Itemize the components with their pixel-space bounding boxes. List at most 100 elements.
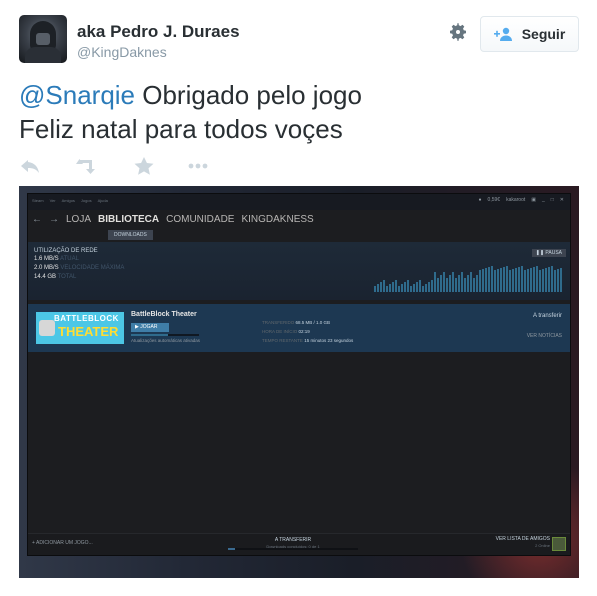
graph-bar xyxy=(383,280,385,292)
graph-bar xyxy=(560,268,562,292)
menu-games[interactable]: Jogos xyxy=(81,198,92,203)
favorite-icon[interactable] xyxy=(133,156,155,176)
graph-bar xyxy=(554,270,556,292)
nav-library[interactable]: BIBLIOTECA xyxy=(98,214,159,225)
current-speed: 1.6 MB/S ATUAL xyxy=(34,256,79,262)
graph-bar xyxy=(542,269,544,292)
nav-store[interactable]: LOJA xyxy=(66,214,91,225)
game-name[interactable]: BattleBlock Theater xyxy=(131,311,197,318)
graph-bar xyxy=(410,286,412,292)
graph-bar xyxy=(545,268,547,292)
wallet-balance[interactable]: 0,59€ xyxy=(488,197,501,203)
max-speed-label: VELOCIDADE MÁXIMA xyxy=(60,265,125,271)
game-art-title-2: THEATER xyxy=(58,324,119,339)
graph-bar xyxy=(539,270,541,292)
graph-bar xyxy=(422,286,424,292)
game-mascot xyxy=(39,320,55,336)
download-progress-bar xyxy=(131,334,199,336)
total-value: 14.4 GB xyxy=(34,274,57,280)
graph-bar xyxy=(452,272,454,292)
tweet-media-screenshot[interactable]: Steam Ver Amigos Jogos Ajuda ● 0,59€ kak… xyxy=(19,186,579,578)
stat-remaining: TEMPO RESTANTE 15 minutos 23 segundos xyxy=(262,338,354,343)
avatar[interactable] xyxy=(19,15,67,63)
graph-bar xyxy=(416,282,418,292)
stat-transferred: TRANSFERIDO 68.5 MB / 1.0 GB xyxy=(262,320,331,325)
graph-bar xyxy=(404,282,406,292)
graph-bar xyxy=(458,275,460,292)
menu-steam[interactable]: Steam xyxy=(32,198,44,203)
menu-help[interactable]: Ajuda xyxy=(98,198,108,203)
graph-bar xyxy=(428,282,430,292)
graph-bar xyxy=(503,267,505,292)
controller-icon[interactable]: ▣ xyxy=(531,197,536,203)
graph-bar xyxy=(425,284,427,292)
graph-bar xyxy=(491,266,493,292)
add-user-icon xyxy=(493,27,512,41)
play-button[interactable]: ▶ JOGAR xyxy=(131,323,169,332)
graph-bar xyxy=(512,269,514,292)
game-artwork[interactable]: BATTLEBLOCK THEATER xyxy=(36,312,124,344)
friend-avatar[interactable] xyxy=(552,537,566,551)
menu-view[interactable]: Ver xyxy=(50,198,56,203)
graph-bar xyxy=(551,266,553,292)
graph-bar xyxy=(530,268,532,292)
follow-button[interactable]: Seguir xyxy=(480,16,579,52)
graph-bar xyxy=(374,286,376,292)
menu-friends[interactable]: Amigos xyxy=(62,198,75,203)
graph-bar xyxy=(473,278,475,292)
graph-bar xyxy=(440,275,442,292)
graph-bar xyxy=(467,275,469,292)
auto-updates-status[interactable]: Atualizações automáticas ativadas xyxy=(131,338,200,343)
tab-downloads[interactable]: DOWNLOADS xyxy=(108,230,153,240)
graph-bar xyxy=(509,270,511,292)
nav-community[interactable]: COMUNIDADE xyxy=(166,214,234,225)
steam-titlebar: Steam Ver Amigos Jogos Ajuda ● 0,59€ kak… xyxy=(28,194,570,210)
graph-bar xyxy=(557,269,559,292)
notification-icon[interactable]: ● xyxy=(479,197,482,203)
steam-footer: + ADICIONAR UM JOGO... A TRANSFERIR Down… xyxy=(28,533,570,555)
download-row[interactable]: BATTLEBLOCK THEATER BattleBlock Theater … xyxy=(28,304,570,352)
graph-bar xyxy=(497,269,499,292)
graph-bar xyxy=(536,266,538,292)
username[interactable]: kakaroot xyxy=(506,197,525,203)
steam-nav: ← → LOJA BIBLIOTECA COMUNIDADE KINGDAKNE… xyxy=(32,210,574,228)
graph-bar xyxy=(527,269,529,292)
total-label: TOTAL xyxy=(57,274,77,280)
gear-icon[interactable] xyxy=(448,22,468,42)
graph-bar xyxy=(398,286,400,292)
graph-bar xyxy=(446,278,448,292)
retweet-icon[interactable] xyxy=(75,156,97,176)
forward-arrow-icon[interactable]: → xyxy=(49,214,59,225)
graph-bar xyxy=(419,280,421,292)
max-speed-value: 2.0 MB/S xyxy=(34,265,59,271)
download-stats: TRANSFERIDO 68.5 MB / 1.0 GB HORA DE INÍ… xyxy=(262,318,353,345)
graph-bar xyxy=(500,268,502,292)
steam-window: Steam Ver Amigos Jogos Ajuda ● 0,59€ kak… xyxy=(27,193,571,556)
pause-button[interactable]: ❚❚ PAUSA xyxy=(531,249,566,257)
graph-bar xyxy=(524,270,526,292)
handle[interactable]: @KingDaknes xyxy=(77,44,167,60)
graph-bar xyxy=(464,278,466,292)
add-game-button[interactable]: + ADICIONAR UM JOGO... xyxy=(32,540,93,546)
back-arrow-icon[interactable]: ← xyxy=(32,214,42,225)
graph-bar xyxy=(434,272,436,292)
graph-bar xyxy=(395,280,397,292)
close-icon[interactable]: ✕ xyxy=(560,197,564,203)
download-status: A transferir xyxy=(532,313,562,319)
avatar-face xyxy=(36,33,50,45)
news-link[interactable]: VER NOTÍCIAS xyxy=(527,333,562,339)
more-icon[interactable] xyxy=(187,156,209,176)
mention-link[interactable]: @Snarqie xyxy=(19,80,135,110)
nav-profile[interactable]: KINGDAKNESS xyxy=(241,214,313,225)
graph-bar xyxy=(521,266,523,292)
avatar-body xyxy=(25,47,61,63)
minimize-icon[interactable]: _ xyxy=(542,197,545,203)
reply-icon[interactable] xyxy=(19,156,41,176)
tweet-line-1: @Snarqie Obrigado pelo jogo xyxy=(19,78,362,112)
friends-list-button[interactable]: VER LISTA DE AMIGOS 2 Online xyxy=(496,536,550,548)
display-name[interactable]: aka Pedro J. Duraes xyxy=(77,22,240,42)
titlebar-right: ● 0,59€ kakaroot ▣ _ □ ✕ xyxy=(479,197,564,203)
maximize-icon[interactable]: □ xyxy=(551,197,554,203)
graph-bar xyxy=(548,267,550,292)
graph-bar xyxy=(506,266,508,292)
